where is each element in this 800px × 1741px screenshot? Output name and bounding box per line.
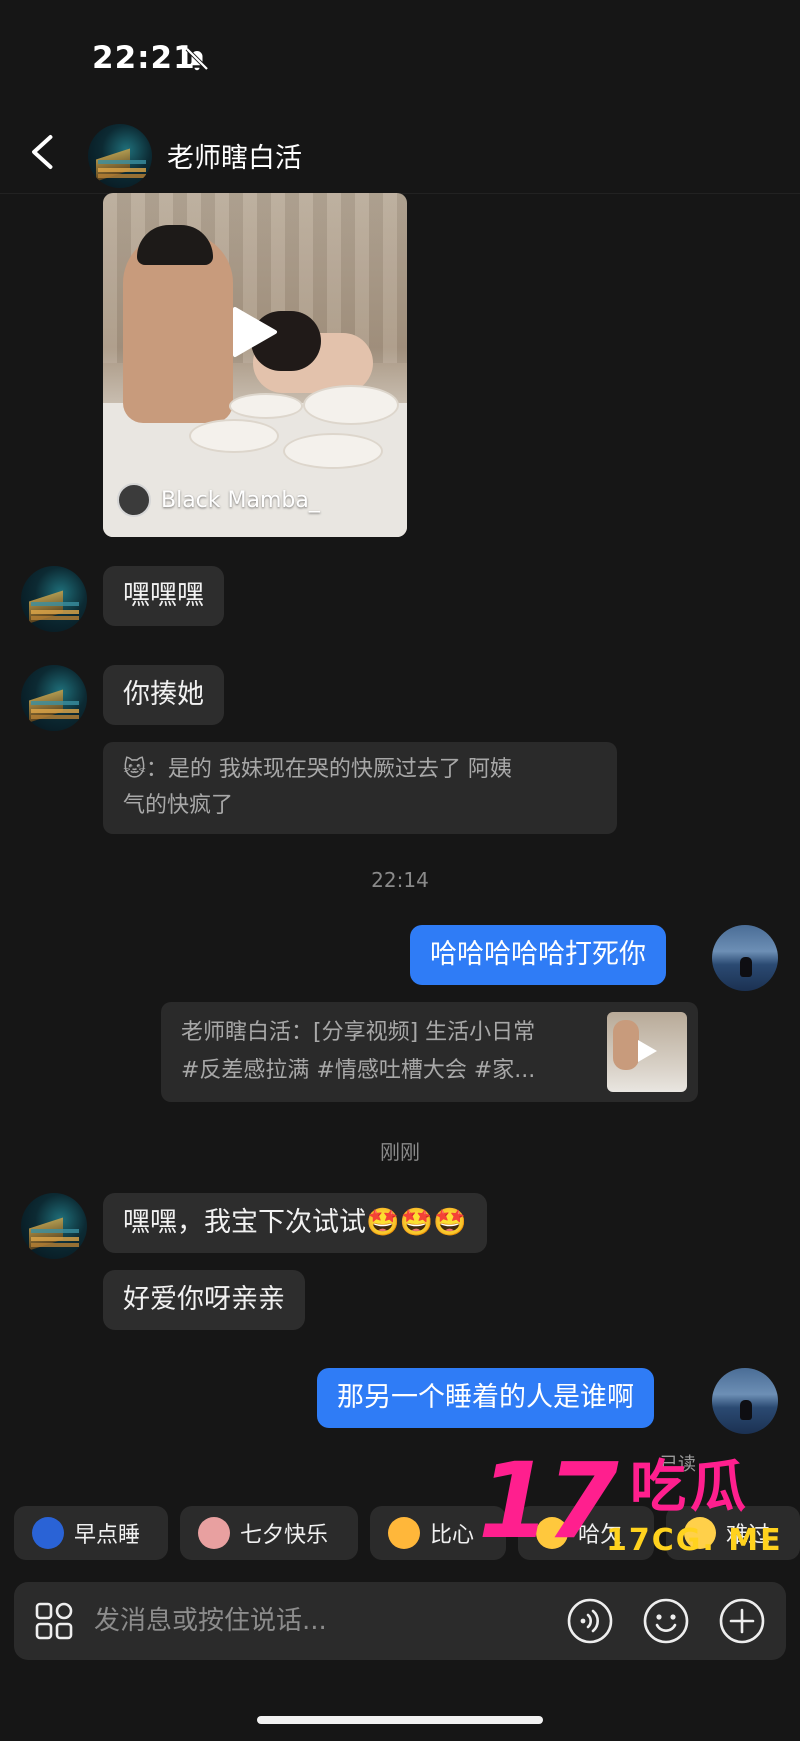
my-avatar[interactable] [712,925,778,991]
chat-header: 老师瞎白活 [0,110,800,194]
quick-reply-label: 早点睡 [74,1523,141,1548]
quoted-text-line: 🐱：是的 我妹现在哭的快厥过去了 阿姨 [123,757,512,782]
message-bubble-out[interactable]: 那另一个睡着的人是谁啊 [317,1368,654,1428]
shared-video-thumbnail [607,1012,687,1092]
play-icon[interactable] [229,305,279,359]
contact-avatar[interactable] [21,665,87,731]
status-bar: 22:21 [0,0,800,110]
message-bubble-in[interactable]: 嘿嘿嘿 [103,566,224,626]
add-icon[interactable] [718,1597,766,1645]
contact-avatar[interactable] [21,1193,87,1259]
contact-avatar[interactable] [88,124,152,188]
contact-avatar[interactable] [21,566,87,632]
message-bubble-in[interactable]: 好爱你呀亲亲 [103,1270,305,1330]
read-status: 已读 [660,1454,696,1475]
status-time: 22:21 [92,40,196,76]
author-avatar [117,483,151,517]
quick-reply-label: 比心 [430,1523,475,1548]
shared-video-card[interactable]: Black Mamba_ [103,193,407,537]
contact-name[interactable]: 老师瞎白活 [167,136,302,175]
author-name: Black Mamba_ [161,487,320,513]
yawn-emoji-icon [536,1517,568,1549]
bird-emoji-icon [198,1517,230,1549]
play-icon [638,1040,657,1062]
my-avatar[interactable] [712,1368,778,1434]
back-icon[interactable] [28,134,58,170]
apps-grid-icon[interactable] [34,1601,74,1641]
home-indicator[interactable] [257,1716,543,1724]
quick-reply-chip[interactable]: 七夕快乐 [180,1506,358,1560]
message-bubble-in[interactable]: 嘿嘿，我宝下次试试🤩🤩🤩 [103,1193,487,1253]
message-input-bar [14,1582,786,1660]
quick-reply-chip[interactable]: 早点睡 [14,1506,168,1560]
quick-reply-chip[interactable]: 哈欠 [518,1506,654,1560]
video-author: Black Mamba_ [117,483,320,517]
shared-link-card[interactable]: 老师瞎白活：[分享视频] 生活小日常 #反差感拉满 #情感吐槽大会 #家... [161,1002,698,1102]
quick-reply-label: 哈欠 [578,1523,623,1548]
shared-link-line: #反差感拉满 #情感吐槽大会 #家... [181,1058,536,1083]
emoji-icon[interactable] [642,1597,690,1645]
voice-icon[interactable] [566,1597,614,1645]
timestamp: 刚刚 [380,1140,420,1164]
quoted-text-line: 气的快疯了 [123,793,234,818]
moon-emoji-icon [32,1517,64,1549]
message-input[interactable] [94,1596,564,1646]
quick-reply-label: 难过 [726,1523,771,1548]
timestamp: 22:14 [371,868,429,892]
quoted-message[interactable]: 🐱：是的 我妹现在哭的快厥过去了 阿姨 气的快疯了 [103,742,617,834]
shared-link-text: 老师瞎白活：[分享视频] 生活小日常 #反差感拉满 #情感吐槽大会 #家... [181,1014,591,1090]
message-bubble-out[interactable]: 哈哈哈哈哈打死你 [410,925,666,985]
bell-muted-icon [185,47,209,71]
sad-emoji-icon [684,1517,716,1549]
quick-reply-chip[interactable]: 难过 [666,1506,800,1560]
quick-reply-chip[interactable]: 比心 [370,1506,506,1560]
heart-hands-emoji-icon [388,1517,420,1549]
quick-reply-bar: 早点睡 七夕快乐 比心 哈欠 难过 [14,1506,800,1562]
quick-reply-label: 七夕快乐 [240,1523,329,1548]
message-bubble-in[interactable]: 你揍她 [103,665,224,725]
shared-link-line: 老师瞎白活：[分享视频] 生活小日常 [181,1020,536,1045]
